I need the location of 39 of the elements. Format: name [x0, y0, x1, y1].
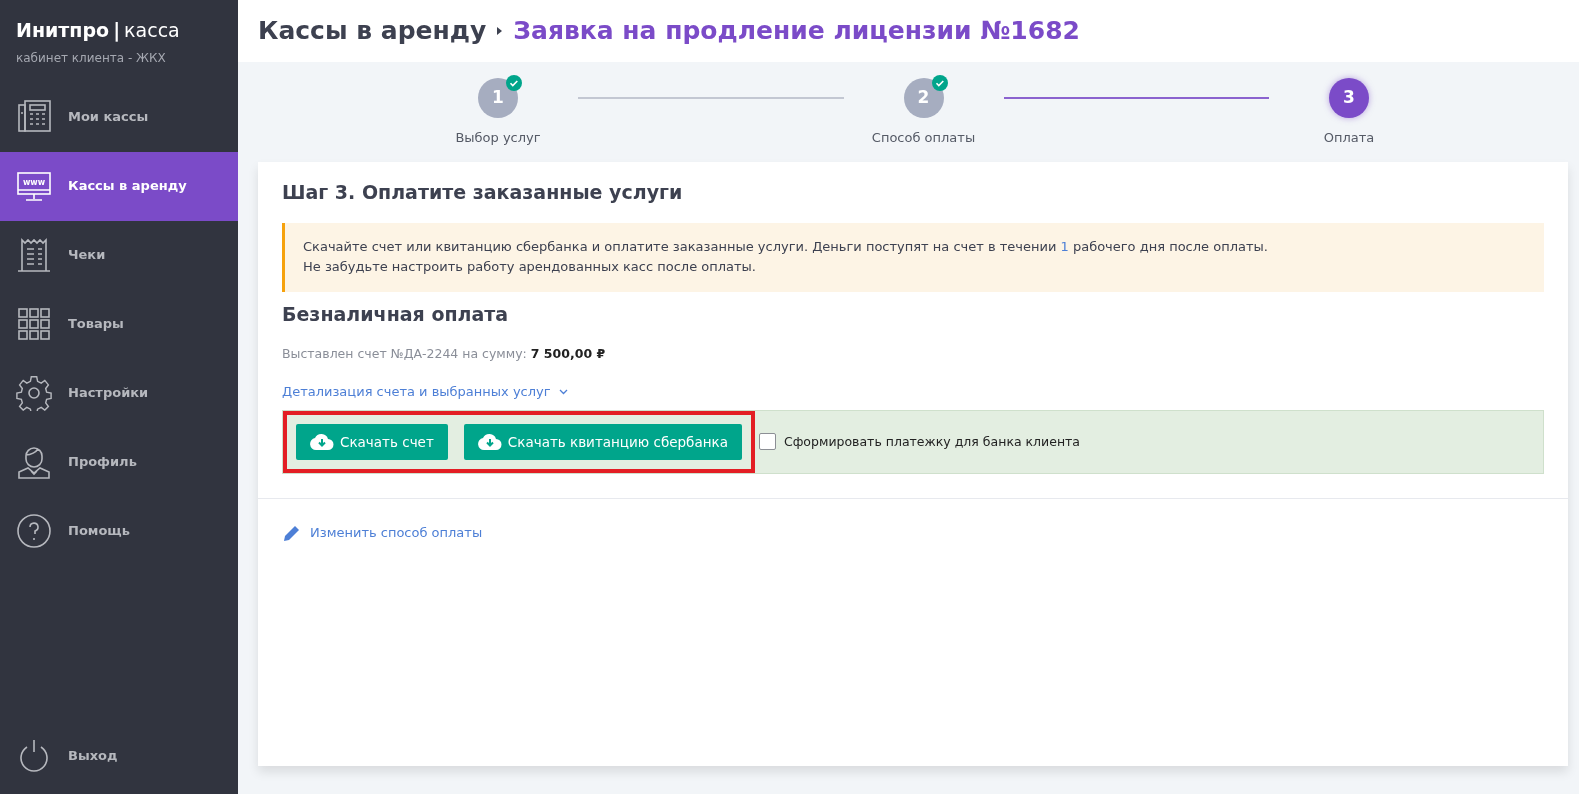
cloud-download-icon [310, 433, 334, 450]
sidebar-item[interactable]: Мои кассы [0, 82, 238, 152]
step-label: Способ оплаты [871, 129, 976, 147]
check-icon [506, 75, 522, 91]
brand-separator: | [113, 18, 121, 44]
step-number: 3 [1329, 78, 1369, 118]
settings-icon [16, 375, 52, 411]
logout-link[interactable]: Выход [0, 721, 238, 790]
change-payment-link[interactable]: Изменить способ оплаты [282, 523, 483, 544]
grid-icon [16, 306, 52, 342]
help-icon [16, 513, 52, 549]
section-heading: Безналичная оплата [282, 302, 510, 328]
sidebar-item[interactable]: www Кассы в аренду [0, 151, 238, 221]
checkbox-label: Сформировать платежку для банка клиента [783, 432, 1081, 451]
breadcrumb-link[interactable]: Кассы в аренду [258, 12, 487, 50]
brand-product: касса [124, 18, 180, 43]
sidebar-item[interactable]: Профиль [0, 427, 238, 497]
pencil-icon [282, 523, 302, 544]
sidebar-item[interactable]: Товары [0, 289, 238, 359]
step-label: Оплата [1323, 129, 1375, 147]
check-icon [931, 75, 948, 91]
user-icon [16, 444, 52, 480]
checkbox[interactable] [758, 433, 776, 451]
brand-name: Инитпро [16, 18, 110, 43]
info-alert: Скачайте счет или квитанцию сбербанка и оплатите заказанные услуги. Деньги поступят на счет в течении 1 рабочего дня после оплаты. Не забудьте настроить работу арендованных касс после оплаты. [282, 222, 1544, 293]
receipt-icon [16, 237, 52, 273]
step-heading: Шаг 3. Оплатите заказанные услуги [282, 180, 684, 205]
step-label: Выбор услуг [455, 129, 541, 147]
page-title: Заявка на продление лицензии №1682 [513, 15, 1080, 48]
details-link[interactable]: Детализация счета и выбранных услуг [282, 382, 568, 402]
cloud-download-icon [477, 433, 502, 450]
invoice-text: Выставлен счет №ДА-2244 на сумму: 7 500,00 ₽ [282, 344, 607, 363]
chevron-down-icon [558, 389, 568, 396]
cash-register-icon [16, 99, 52, 135]
brand-subtitle: кабинет клиента - ЖКХ [16, 49, 167, 67]
sidebar-item[interactable]: Помощь [0, 496, 238, 566]
sidebar-item[interactable]: Настройки [0, 358, 238, 428]
sidebar-item[interactable]: Чеки [0, 220, 238, 290]
chevron-right-icon [496, 26, 504, 36]
